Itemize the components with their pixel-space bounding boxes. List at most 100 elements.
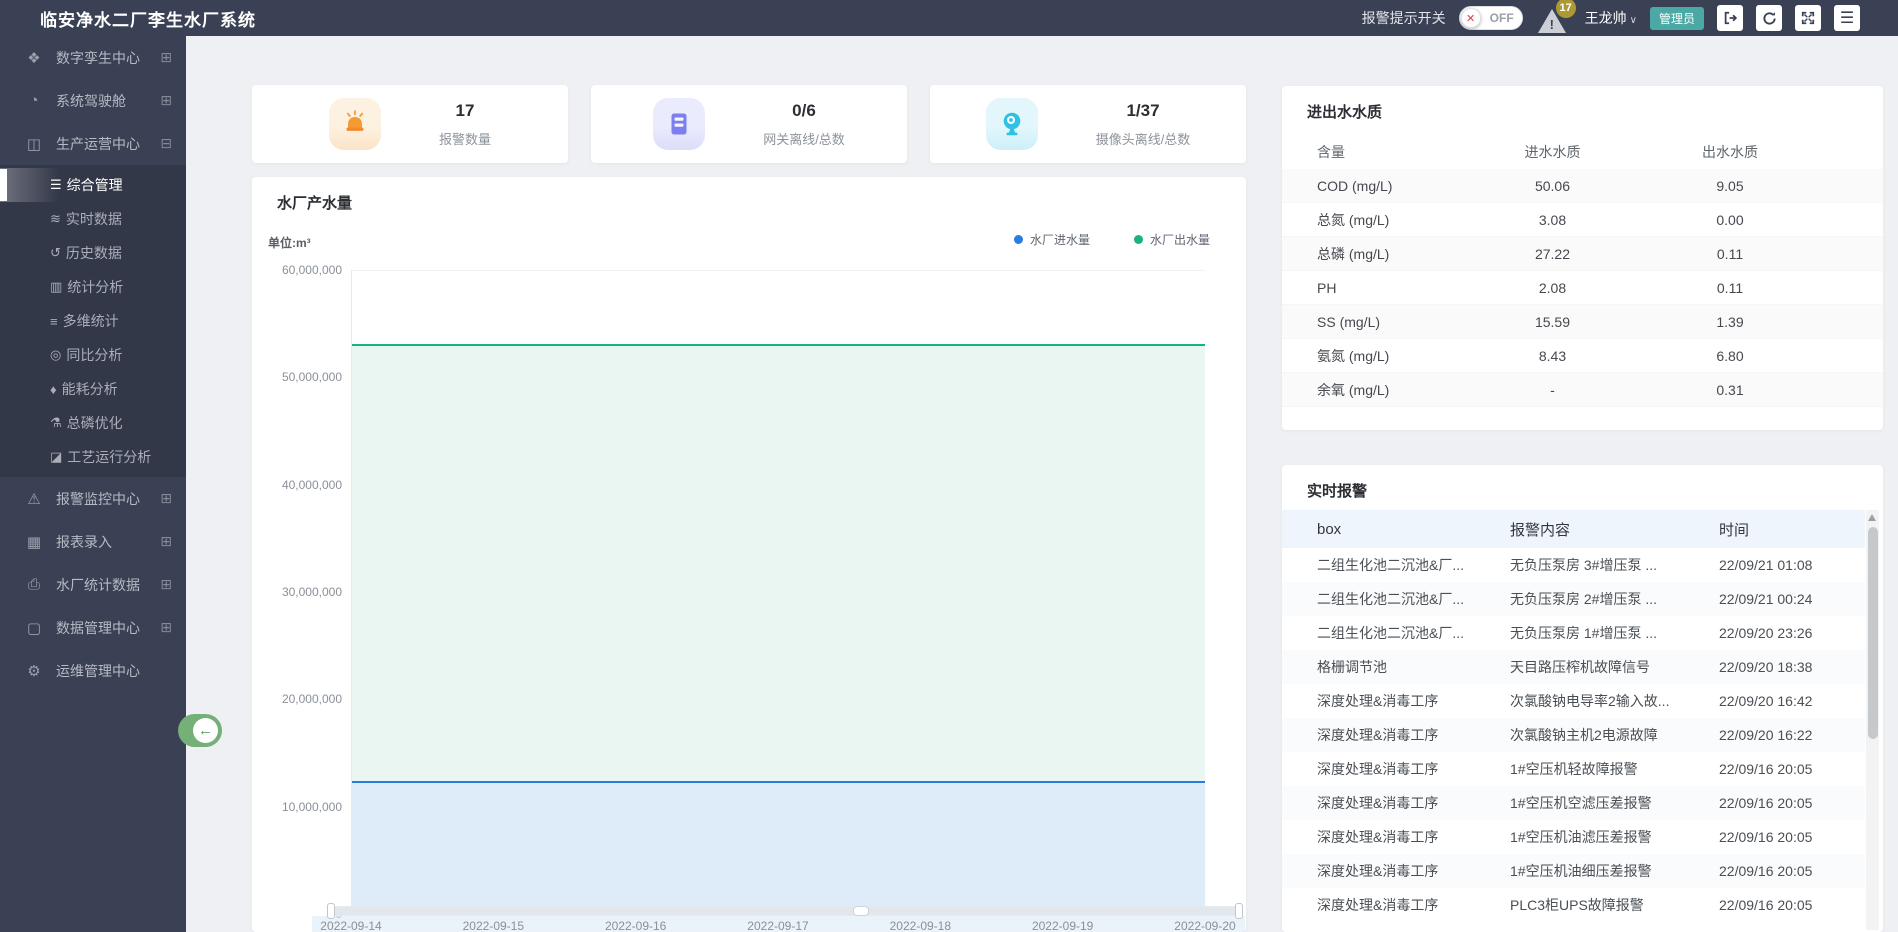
alarm-cell: 深度处理&消毒工序 [1282, 895, 1510, 915]
water-quality-title: 进出水水质 [1307, 101, 1382, 122]
submenu-item-label: 历史数据 [66, 243, 122, 263]
alarm-count-value: 17 [439, 101, 491, 121]
submenu-item-7[interactable]: ⚗总磷优化 [0, 406, 186, 440]
sidebar-item-7[interactable]: ⚙ 运维管理中心 [0, 649, 186, 692]
alarm-toggle-switch[interactable]: ✕ OFF [1459, 6, 1523, 30]
submenu-item-0[interactable]: ☰综合管理 [0, 168, 186, 202]
sidebar-item-3[interactable]: ⚠报警监控中心⊞ [0, 477, 186, 520]
alarm-warning-icon: ⚠ [24, 490, 44, 508]
datazoom-right-handle[interactable] [1235, 903, 1243, 919]
fullscreen-button[interactable] [1795, 5, 1821, 31]
water-quality-header-cell: 含量 [1282, 142, 1460, 162]
submenu-item-8[interactable]: ◪工艺运行分析 [0, 440, 186, 474]
water-quality-cell: SS (mg/L) [1282, 314, 1460, 330]
water-quality-cell: 0.00 [1645, 212, 1815, 228]
legend-item-水厂进水量[interactable]: 水厂进水量 [1014, 231, 1090, 248]
alarm-toggle-label: 报警提示开关 [1362, 8, 1446, 28]
alarms-title: 实时报警 [1307, 480, 1367, 501]
alarm-cell: 深度处理&消毒工序 [1282, 827, 1510, 847]
water-quality-panel: 进出水水质 含量进水水质出水水质COD (mg/L)50.069.05总氮 (m… [1282, 86, 1883, 430]
scroll-up-icon[interactable] [1868, 514, 1876, 521]
alarm-cell: 二组生化池二沉池&厂... [1282, 555, 1510, 575]
alarms-header-row: box报警内容时间 [1282, 510, 1865, 548]
submenu-item-label: 总磷优化 [67, 413, 123, 433]
cockpit-gauge-icon: ◔ [24, 92, 44, 109]
legend-dot-icon [1014, 235, 1023, 244]
water-quality-row: SS (mg/L)15.591.39 [1282, 305, 1883, 339]
menu-button[interactable]: ☰ [1834, 5, 1860, 31]
expand-square-icon: ⊞ [160, 619, 172, 636]
submenu-item-5[interactable]: ◎同比分析 [0, 338, 186, 372]
alarms-scrollbar[interactable] [1866, 510, 1879, 930]
alarm-row: 深度处理&消毒工序次氯酸钠主机2电源故障22/09/20 16:22 [1282, 718, 1865, 752]
water-quality-cell: 0.11 [1645, 246, 1815, 262]
water-quality-table: 含量进水水质出水水质COD (mg/L)50.069.05总氮 (mg/L)3.… [1282, 135, 1883, 407]
logout-button[interactable] [1717, 5, 1743, 31]
bar-chart-icon: ▥ [50, 279, 62, 295]
y-axis-tick-label: 30,000,000 [282, 585, 342, 599]
submenu-item-1[interactable]: ≋实时数据 [0, 202, 186, 236]
water-quality-cell: COD (mg/L) [1282, 178, 1460, 194]
database-icon: ≋ [50, 211, 61, 227]
sidebar-item-6[interactable]: ▢数据管理中心⊞ [0, 606, 186, 649]
logout-icon [1723, 11, 1737, 25]
water-quality-row: 总氮 (mg/L)3.080.00 [1282, 203, 1883, 237]
app-header: 临安净水二厂李生水厂系统 报警提示开关 ✕ OFF ! 17 王龙帅∨ 管理员 … [0, 0, 1898, 36]
monitor-icon: ▢ [24, 619, 44, 637]
chart-plot-area: 010,000,00020,000,00030,000,00040,000,00… [351, 270, 1205, 914]
realtime-alarms-panel: 实时报警 box报警内容时间二组生化池二沉池&厂...无负压泵房 3#增压泵 .… [1282, 465, 1883, 932]
camera-offline-label: 摄像头离线/总数 [1096, 129, 1191, 148]
legend-item-水厂出水量[interactable]: 水厂出水量 [1134, 231, 1210, 248]
alarm-count-label: 报警数量 [439, 129, 491, 148]
alarm-cell: 22/09/21 01:08 [1699, 557, 1865, 573]
submenu-item-3[interactable]: ▥统计分析 [0, 270, 186, 304]
gears-icon: ⚙ [24, 662, 44, 680]
alarm-cell: 无负压泵房 1#增压泵 ... [1510, 623, 1699, 643]
refresh-button[interactable] [1756, 5, 1782, 31]
sidebar-item-0[interactable]: ❖数字孪生中心⊞ [0, 36, 186, 79]
expand-square-icon: ⊞ [160, 92, 172, 109]
camera-offline-value: 1/37 [1096, 101, 1191, 121]
water-quality-header-cell: 出水水质 [1645, 142, 1815, 162]
scrollbar-thumb[interactable] [1868, 527, 1878, 739]
sidebar-item-4[interactable]: ▦报表录入⊞ [0, 520, 186, 563]
sidebar-collapse-button[interactable]: ← [178, 714, 222, 747]
water-production-chart-card: 水厂产水量 单位:m³ 水厂进水量水厂出水量 010,000,00020,000… [252, 177, 1246, 932]
submenu-item-6[interactable]: ♦能耗分析 [0, 372, 186, 406]
y-axis-tick-label: 40,000,000 [282, 478, 342, 492]
submenu-item-4[interactable]: ≡多维统计 [0, 304, 186, 338]
sidebar-item-5[interactable]: ⎙水厂统计数据⊞ [0, 563, 186, 606]
x-axis-tick-label: 2022-09-15 [463, 919, 524, 932]
sidebar-item-1[interactable]: ◔系统驾驶舱⊞ [0, 79, 186, 122]
chevron-down-icon: ∨ [1630, 15, 1637, 26]
water-quality-cell: PH [1282, 280, 1460, 296]
datazoom-slider[interactable] [330, 906, 1240, 916]
alarm-row: 深度处理&消毒工序1#空压机油细压差报警22/09/16 20:05 [1282, 854, 1865, 888]
alarm-cell: 无负压泵房 2#增压泵 ... [1510, 589, 1699, 609]
sidebar: ❖数字孪生中心⊞◔系统驾驶舱⊞◫生产运营中心⊟☰综合管理≋实时数据↺历史数据▥统… [0, 36, 186, 932]
user-menu[interactable]: 王龙帅∨ [1585, 8, 1637, 28]
sidebar-item-label: 运维管理中心 [56, 661, 172, 681]
alarm-row: 二组生化池二沉池&厂...无负压泵房 3#增压泵 ...22/09/21 01:… [1282, 548, 1865, 582]
alarm-cell: 22/09/20 23:26 [1699, 625, 1865, 641]
app-title: 临安净水二厂李生水厂系统 [40, 6, 256, 31]
alarm-row: 二组生化池二沉池&厂...无负压泵房 1#增压泵 ...22/09/20 23:… [1282, 616, 1865, 650]
submenu-item-label: 综合管理 [67, 175, 123, 195]
collapse-square-icon: ⊟ [160, 135, 172, 152]
x-axis-tick-label: 2022-09-19 [1032, 919, 1093, 932]
datazoom-left-handle[interactable] [327, 903, 335, 919]
alarms-header-cell: 时间 [1699, 519, 1865, 540]
alarm-cell: 1#空压机油滤压差报警 [1510, 827, 1699, 847]
submenu-item-2[interactable]: ↺历史数据 [0, 236, 186, 270]
sidebar-item-label: 生产运营中心 [56, 134, 160, 154]
sidebar-item-2[interactable]: ◫生产运营中心⊟ [0, 122, 186, 165]
gateway-offline-value: 0/6 [763, 101, 845, 121]
avatar[interactable]: ! 17 [1536, 3, 1572, 33]
y-axis-tick-label: 50,000,000 [282, 370, 342, 384]
water-quality-cell: 3.08 [1460, 212, 1645, 228]
alarm-cell: 格栅调节池 [1282, 657, 1510, 677]
water-quality-cell: 6.80 [1645, 348, 1815, 364]
area-chart-icon: ◪ [50, 449, 62, 465]
datazoom-grip[interactable] [853, 906, 869, 916]
y-axis-tick-label: 10,000,000 [282, 800, 342, 814]
